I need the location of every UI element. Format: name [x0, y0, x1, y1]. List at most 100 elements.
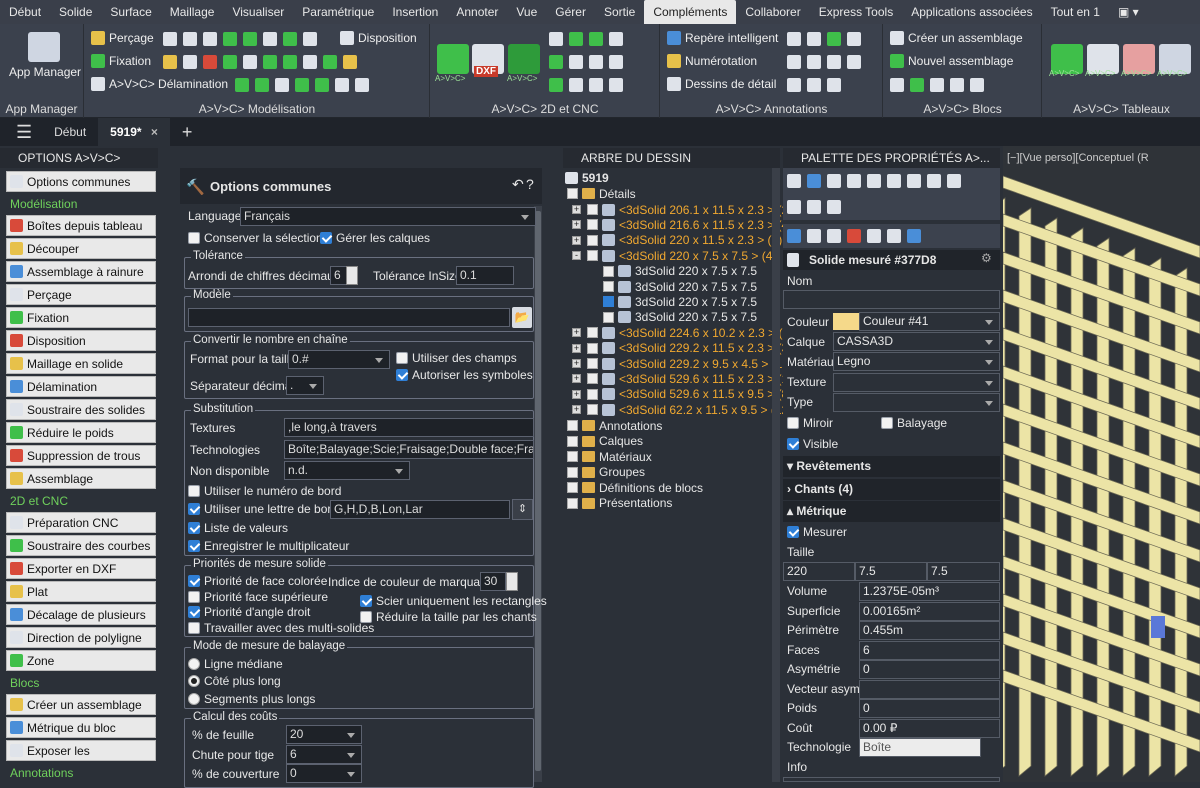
- utiliser-numero-checkbox[interactable]: [188, 485, 200, 497]
- indice-input[interactable]: 30: [480, 572, 506, 591]
- option-item[interactable]: Direction de polyligne: [6, 627, 156, 648]
- option-item[interactable]: Préparation CNC: [6, 512, 156, 533]
- tree-folder-checkbox[interactable]: [567, 420, 578, 431]
- taille-y[interactable]: 7.5: [855, 562, 927, 581]
- metric-value[interactable]: 0: [859, 660, 1000, 679]
- expand-toggle-icon[interactable]: +: [572, 359, 581, 368]
- menu-debut[interactable]: Début: [0, 0, 50, 24]
- option-item[interactable]: Assemblage à rainure: [6, 261, 156, 282]
- tree-folder-checkbox[interactable]: [567, 466, 578, 478]
- table-icon[interactable]: [807, 78, 821, 92]
- tag-tool-icon[interactable]: [947, 174, 961, 188]
- expand-toggle-icon[interactable]: +: [572, 389, 581, 399]
- polyline-tool-icon[interactable]: [867, 174, 881, 188]
- nouvel-assemblage-button[interactable]: Nouvel assemblage: [890, 54, 1013, 68]
- weight-icon[interactable]: [343, 55, 357, 69]
- creer-assemblage-button[interactable]: Créer un assemblage: [890, 31, 1023, 45]
- metric-value[interactable]: 0.455m: [859, 621, 1000, 640]
- insert-icon[interactable]: [930, 78, 944, 92]
- tol-insize-input[interactable]: 0.1: [456, 266, 514, 285]
- menu-insertion[interactable]: Insertion: [383, 0, 447, 24]
- option-item[interactable]: Soustraire des solides: [6, 399, 156, 420]
- tree-node-checkbox[interactable]: [587, 373, 598, 385]
- menu-express-tools[interactable]: Express Tools: [810, 0, 902, 24]
- updown-icon[interactable]: ⇕: [512, 499, 533, 520]
- extrude-icon[interactable]: [223, 55, 237, 69]
- label-icon[interactable]: [609, 78, 623, 92]
- cube-icon[interactable]: [295, 78, 309, 92]
- tree-folder[interactable]: Groupes: [567, 465, 645, 480]
- cross-icon[interactable]: [275, 78, 289, 92]
- tree-node-checkbox[interactable]: [587, 219, 598, 231]
- menu-vue[interactable]: Vue: [507, 0, 546, 24]
- repere-intelligent-button[interactable]: Repère intelligent: [667, 31, 778, 45]
- offset-icon[interactable]: [549, 32, 563, 46]
- form-scroll-thumb[interactable]: [535, 211, 541, 771]
- language-select[interactable]: Français: [240, 207, 536, 226]
- cnc-prep-icon[interactable]: [437, 44, 469, 74]
- tag-icon[interactable]: [847, 55, 861, 69]
- polyline-icon[interactable]: [609, 32, 623, 46]
- dessins-detail-button[interactable]: Dessins de détail: [667, 77, 776, 91]
- menu-complements[interactable]: Compléments: [644, 0, 737, 24]
- option-item[interactable]: Maillage en solide: [6, 353, 156, 374]
- lettre-input[interactable]: G,H,D,B,Lon,Lar: [330, 500, 510, 519]
- pattern-icon[interactable]: [263, 55, 277, 69]
- segments-longs-radio[interactable]: [188, 693, 200, 705]
- option-item[interactable]: Suppression de trous: [6, 445, 156, 466]
- expand-toggle-icon[interactable]: +: [572, 343, 581, 353]
- metric-value[interactable]: 0.00 ₽: [859, 718, 1000, 738]
- tree-node-checkbox[interactable]: [587, 234, 598, 246]
- tree-scrollbar[interactable]: [772, 168, 780, 782]
- help-icon[interactable]: ?: [526, 176, 534, 192]
- details-checkbox[interactable]: [567, 188, 578, 199]
- board-icon[interactable]: [243, 55, 257, 69]
- info-field[interactable]: [783, 777, 1000, 782]
- tree-folder[interactable]: Annotations: [567, 418, 662, 433]
- tree-node[interactable]: + <3dSolid 529.6 x 11.5 x 9.5 > (8): [572, 387, 792, 402]
- tree-folder-checkbox[interactable]: [567, 482, 578, 493]
- assembly-tool-icon[interactable]: [807, 229, 821, 243]
- utiliser-champs-checkbox[interactable]: [396, 352, 408, 364]
- model-viewport[interactable]: [−][Vue perso][Conceptuel (R: [1003, 146, 1200, 782]
- tree-node[interactable]: 3dSolid 220 x 7.5 x 7.5: [603, 279, 757, 294]
- solid-icon[interactable]: [223, 32, 237, 46]
- hamburger-menu-icon[interactable]: ☰: [0, 118, 42, 146]
- option-item[interactable]: Métrique du bloc: [6, 717, 156, 738]
- option-item[interactable]: Découper: [6, 238, 156, 259]
- menu-solide[interactable]: Solide: [50, 0, 101, 24]
- tree-node-checkbox[interactable]: [603, 296, 614, 308]
- workspace-switch-icon[interactable]: ▣ ▾: [1109, 0, 1148, 24]
- nest-icon[interactable]: [589, 32, 603, 46]
- option-item[interactable]: Options communes: [6, 171, 156, 192]
- frame-tool-icon[interactable]: [807, 200, 821, 214]
- menu-maillage[interactable]: Maillage: [161, 0, 224, 24]
- tab-debut[interactable]: Début: [42, 118, 98, 146]
- delamination-button[interactable]: A>V>C> Délamination: [91, 77, 228, 91]
- texture-select[interactable]: [833, 373, 1000, 392]
- balayage-checkbox[interactable]: [881, 417, 893, 429]
- line-icon[interactable]: [827, 174, 841, 188]
- expand-toggle-icon[interactable]: +: [572, 405, 581, 415]
- tree-icon[interactable]: [569, 32, 583, 46]
- solids-icon[interactable]: [787, 229, 801, 243]
- tree-node-checkbox[interactable]: [587, 404, 598, 416]
- tree-node[interactable]: + <3dSolid 529.6 x 11.5 x 2.3 > (17): [572, 371, 799, 386]
- menu-sortie[interactable]: Sortie: [595, 0, 644, 24]
- balloon-icon[interactable]: [847, 32, 861, 46]
- block-icon[interactable]: [890, 78, 904, 92]
- menu-tout-en-1[interactable]: Tout en 1: [1042, 0, 1109, 24]
- tree-folder-checkbox[interactable]: [567, 451, 578, 462]
- camera-icon[interactable]: [827, 200, 841, 214]
- calque-select[interactable]: CASSA3D: [833, 332, 1000, 351]
- sheet-icon[interactable]: [589, 78, 603, 92]
- option-item[interactable]: Zone: [6, 650, 156, 671]
- curve-icon[interactable]: [335, 78, 349, 92]
- metric-value[interactable]: Boîte: [859, 738, 981, 757]
- separateur-select[interactable]: .: [286, 376, 324, 395]
- technologies-input[interactable]: Boîte;Balayage;Scie;Fraisage;Double face…: [284, 440, 534, 459]
- expand-toggle-icon[interactable]: +: [572, 374, 581, 384]
- expand-toggle-icon[interactable]: -: [572, 251, 581, 261]
- option-item[interactable]: Plat: [6, 581, 156, 602]
- layers-icon[interactable]: [163, 55, 177, 69]
